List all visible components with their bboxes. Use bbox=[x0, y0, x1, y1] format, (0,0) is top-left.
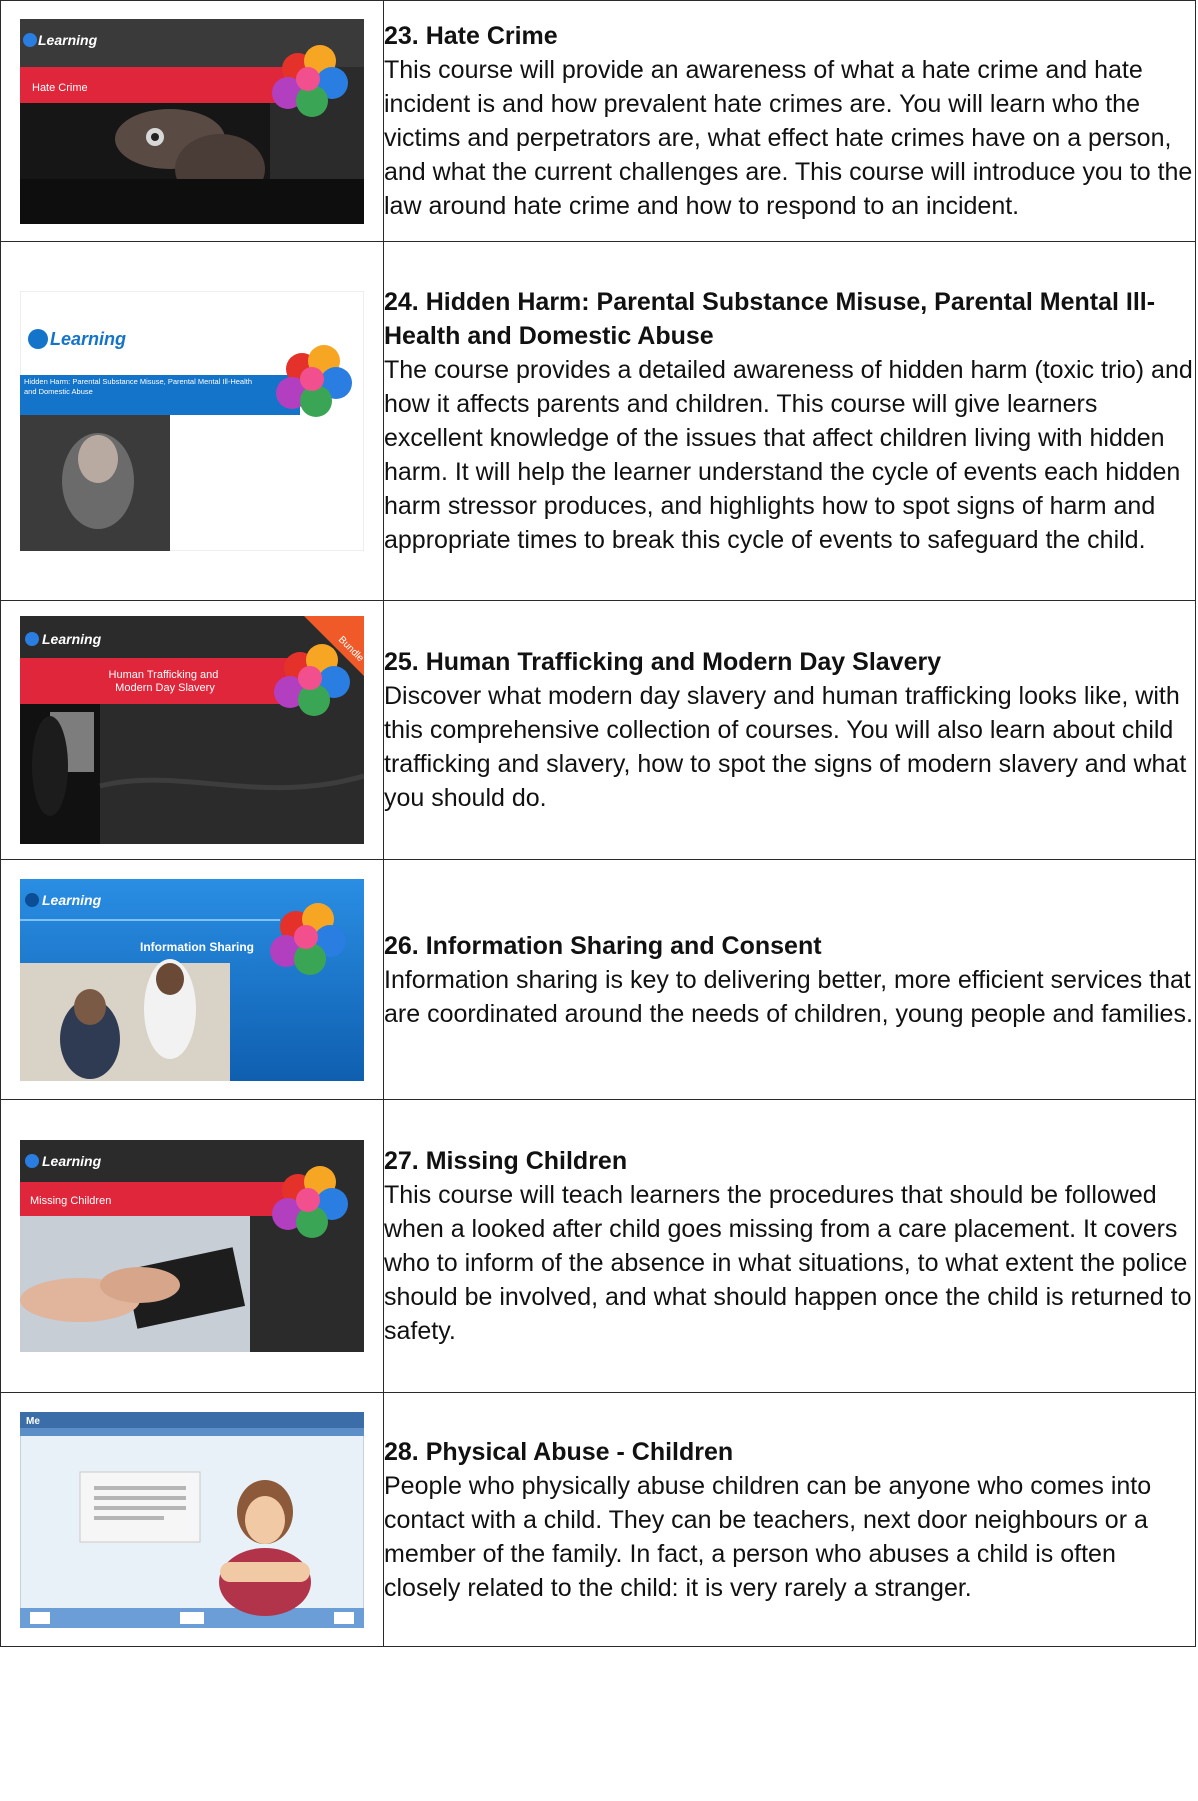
learning-logo-text: Learning bbox=[50, 329, 126, 349]
course-thumbnail[interactable]: Learning Hidden Harm: Parental Substance… bbox=[20, 291, 364, 551]
course-row: Learning Missing Children 27. Missing Ch… bbox=[0, 1099, 1196, 1393]
course-thumbnail[interactable]: Learning Hate Crime bbox=[20, 18, 364, 224]
course-title[interactable]: 27. Missing Children bbox=[384, 1144, 1195, 1178]
thumbnail-banner-text: Hate Crime bbox=[32, 82, 88, 94]
thumbnail-banner-text: Information Sharing bbox=[140, 940, 254, 954]
thumbnail-cell: Learning Hate Crime bbox=[0, 0, 384, 242]
course-row: Me 28. Physical Abuse - Children People … bbox=[0, 1392, 1196, 1647]
course-description: People who physically abuse children can… bbox=[384, 1471, 1152, 1602]
course-text-cell: 28. Physical Abuse - Children People who… bbox=[383, 1392, 1196, 1647]
course-title[interactable]: 23. Hate Crime bbox=[384, 19, 1195, 53]
learning-logo-text: Learning bbox=[42, 892, 102, 908]
course-title[interactable]: 26. Information Sharing and Consent bbox=[384, 929, 1195, 963]
course-description: This course will provide an awareness of… bbox=[384, 56, 1193, 220]
course-description: Information sharing is key to delivering… bbox=[384, 965, 1193, 1028]
learning-logo-text: Learning bbox=[42, 1153, 102, 1169]
thumbnail-cell: Learning Missing Children bbox=[0, 1099, 384, 1393]
course-thumbnail[interactable]: Learning Missing Children bbox=[20, 1140, 364, 1352]
course-title[interactable]: 24. Hidden Harm: Parental Substance Misu… bbox=[384, 285, 1195, 353]
course-table: Learning Hate Crime 23. Hate Crime This … bbox=[0, 0, 1196, 1647]
course-text-cell: 23. Hate Crime This course will provide … bbox=[383, 0, 1196, 242]
thumbnail-cell: Learning Hidden Harm: Parental Substance… bbox=[0, 241, 384, 601]
course-title[interactable]: 25. Human Trafficking and Modern Day Sla… bbox=[384, 645, 1195, 679]
learning-logo-text: Learning bbox=[38, 32, 98, 48]
course-row: Learning Hate Crime 23. Hate Crime This … bbox=[0, 0, 1196, 242]
course-row: Learning Information Sharing 26. Informa… bbox=[0, 859, 1196, 1100]
course-description: The course provides a detailed awareness… bbox=[384, 356, 1193, 554]
course-thumbnail[interactable]: Learning Human Trafficking and Modern Da… bbox=[20, 616, 364, 844]
thumbnail-cell: Learning Information Sharing bbox=[0, 859, 384, 1100]
course-title[interactable]: 28. Physical Abuse - Children bbox=[384, 1435, 1195, 1469]
course-row: Learning Human Trafficking and Modern Da… bbox=[0, 600, 1196, 860]
course-description: This course will teach learners the proc… bbox=[384, 1181, 1192, 1345]
course-text-cell: 26. Information Sharing and Consent Info… bbox=[383, 859, 1196, 1100]
course-row: Learning Hidden Harm: Parental Substance… bbox=[0, 241, 1196, 601]
course-thumbnail[interactable]: Me bbox=[20, 1411, 364, 1628]
course-text-cell: 25. Human Trafficking and Modern Day Sla… bbox=[383, 600, 1196, 860]
learning-logo-text: Learning bbox=[42, 631, 102, 647]
me-logo-text: Me bbox=[26, 1416, 40, 1427]
course-text-cell: 27. Missing Children This course will te… bbox=[383, 1099, 1196, 1393]
thumbnail-banner-text: Missing Children bbox=[30, 1195, 111, 1207]
thumbnail-cell: Me bbox=[0, 1392, 384, 1647]
course-thumbnail[interactable]: Learning Information Sharing bbox=[20, 878, 364, 1081]
thumbnail-banner-text: Human Trafficking and Modern Day Slavery bbox=[109, 669, 222, 694]
course-text-cell: 24. Hidden Harm: Parental Substance Misu… bbox=[383, 241, 1196, 601]
thumbnail-banner-text: Hidden Harm: Parental Substance Misuse, … bbox=[24, 377, 253, 396]
thumbnail-cell: Learning Human Trafficking and Modern Da… bbox=[0, 600, 384, 860]
course-description: Discover what modern day slavery and hum… bbox=[384, 682, 1187, 812]
